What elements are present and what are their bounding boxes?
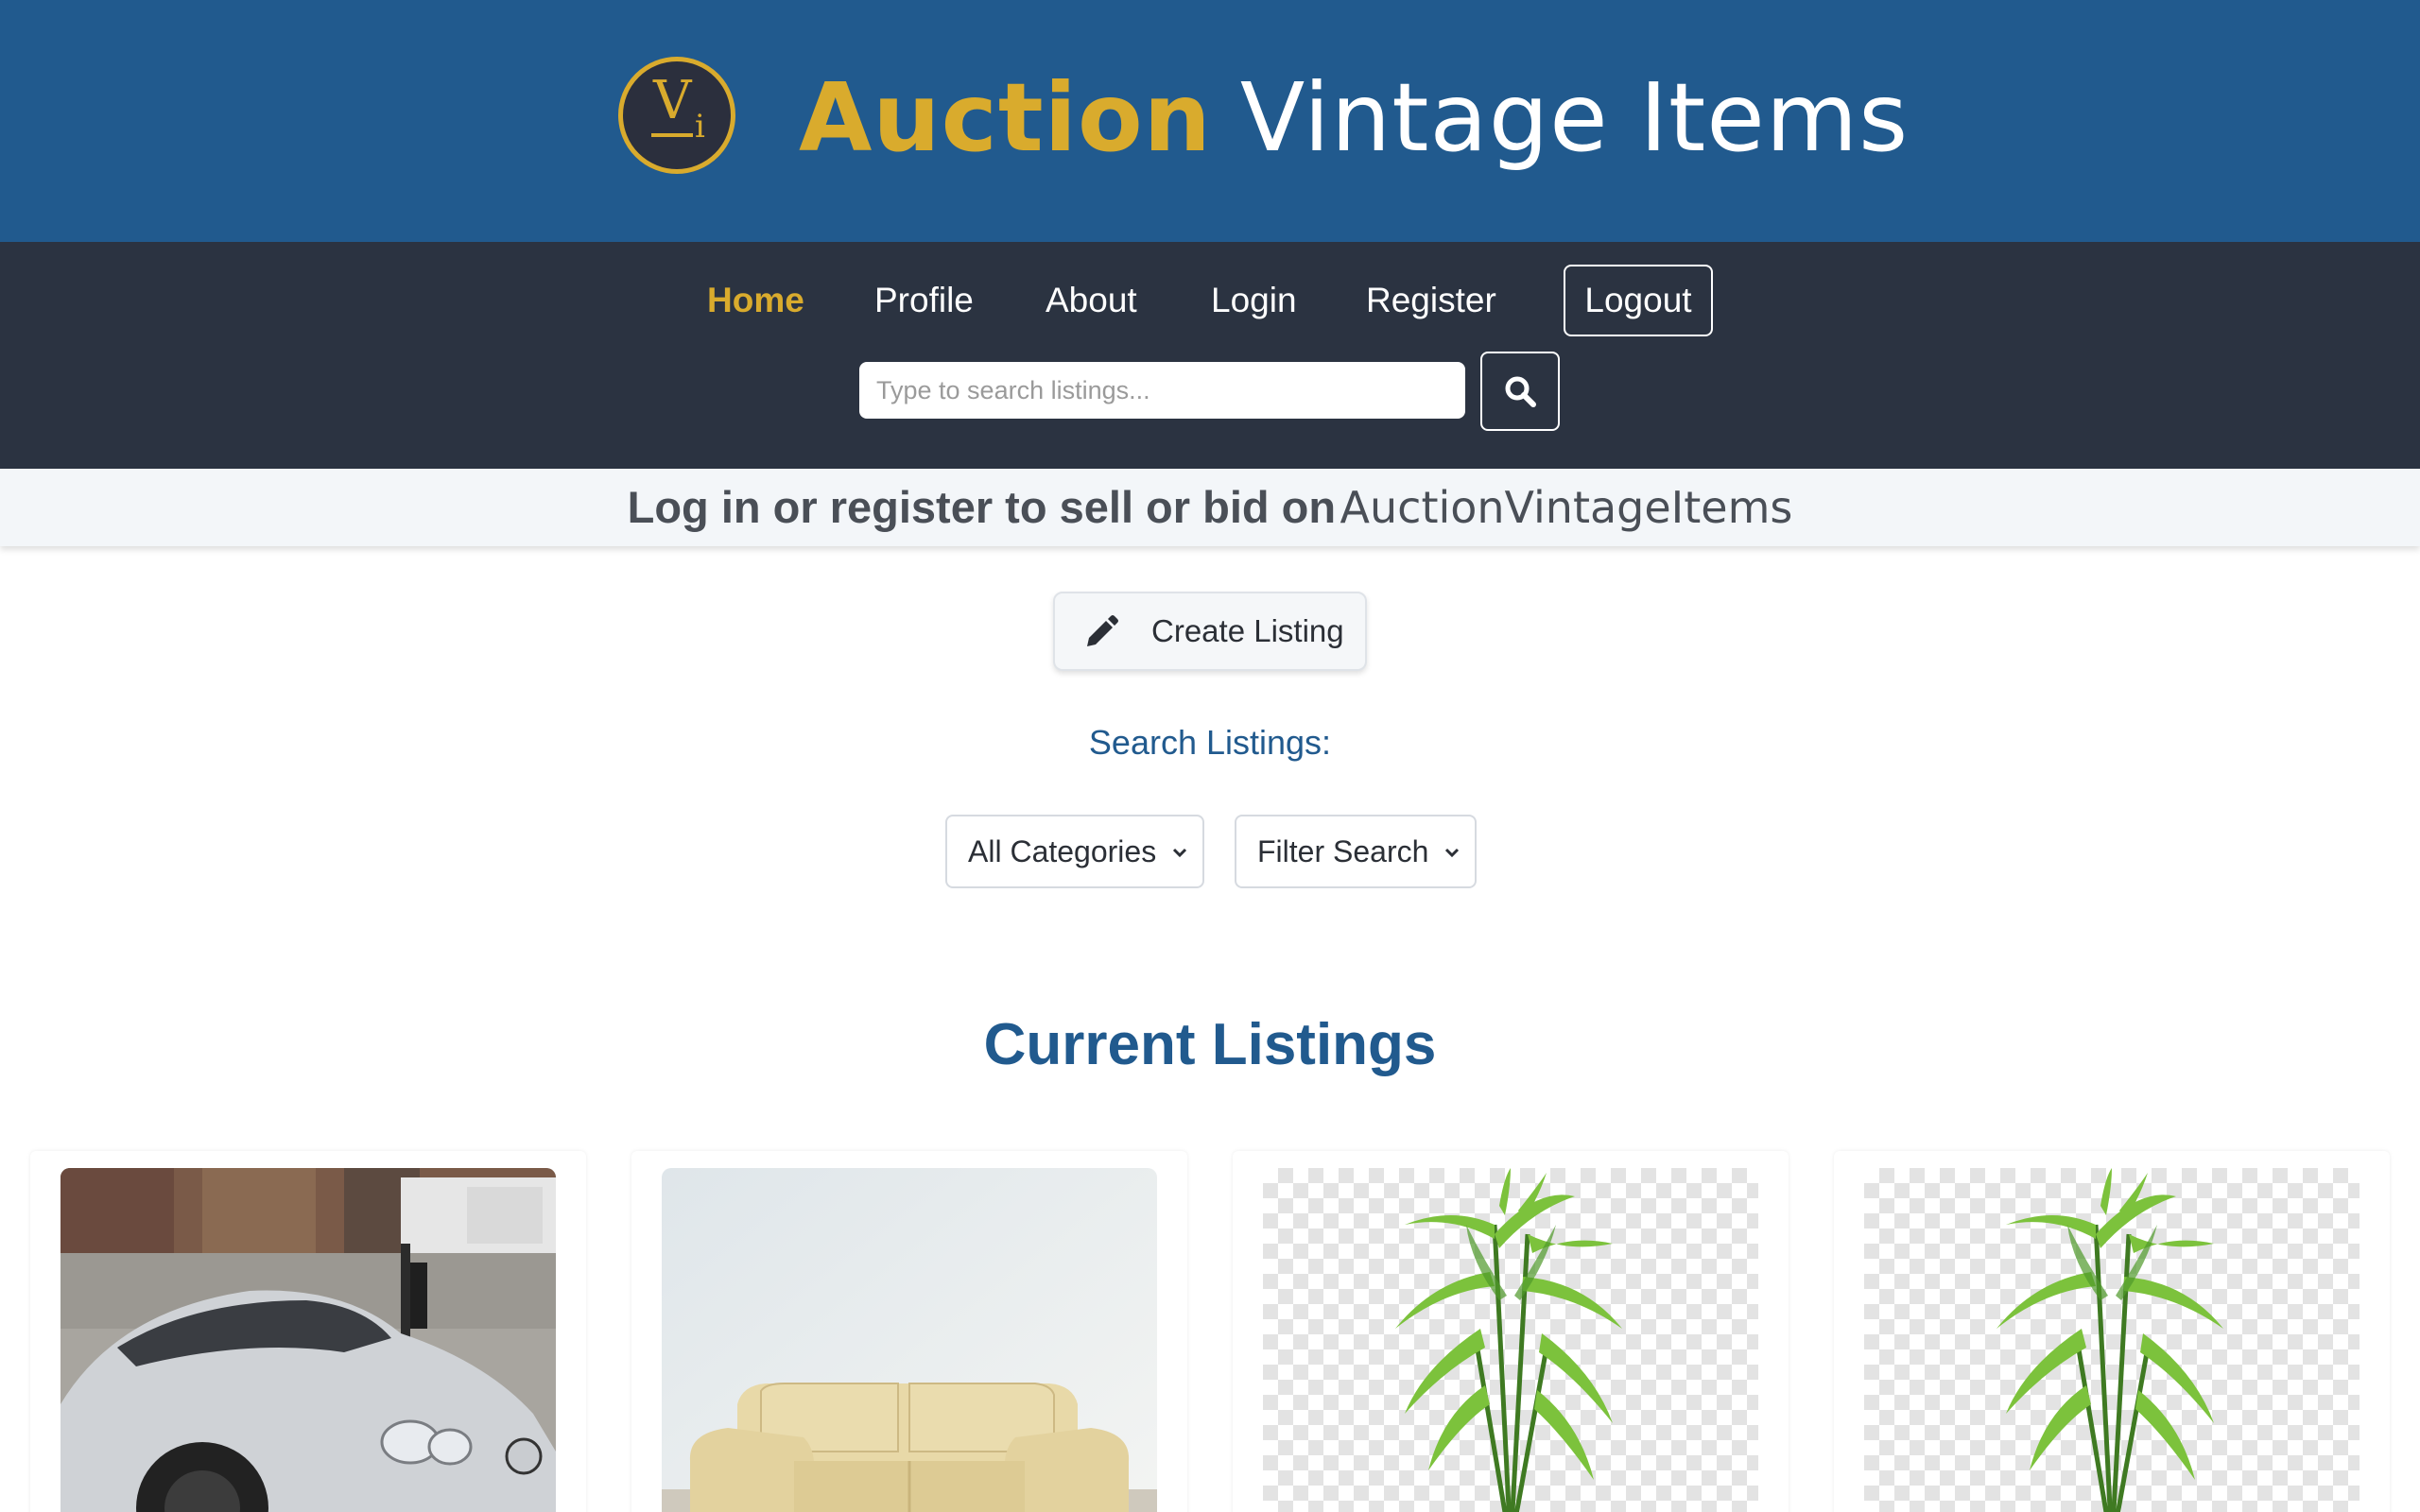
search-listings-heading: Search Listings: — [1088, 723, 1332, 762]
listing-image-sofa[interactable] — [662, 1168, 1157, 1512]
logo-letter-i: i — [695, 108, 705, 146]
sofa-photo — [662, 1168, 1157, 1512]
chevron-down-icon — [1172, 848, 1187, 858]
create-listing-button[interactable]: Create Listing — [1053, 592, 1367, 671]
listing-image-car[interactable] — [60, 1168, 556, 1512]
header-banner: V i Auction Vintage Items — [0, 0, 2420, 242]
category-select[interactable]: All Categories — [945, 815, 1204, 888]
nav-register[interactable]: Register — [1366, 274, 1496, 327]
nav-home[interactable]: Home — [707, 274, 804, 327]
logo-underline — [651, 133, 693, 137]
main-navbar — [0, 242, 2420, 469]
category-select-value: All Categories — [968, 834, 1157, 868]
search-icon — [1505, 376, 1536, 407]
listing-card[interactable] — [30, 1151, 586, 1512]
listing-card[interactable] — [1233, 1151, 1789, 1512]
logout-button[interactable]: Logout — [1564, 265, 1713, 336]
login-notice-text: Log in or register to sell or bid on — [627, 482, 1337, 532]
plant-photo — [1395, 1168, 1622, 1512]
logo-letter-v: V — [653, 70, 692, 131]
listing-image-plant[interactable] — [1864, 1168, 2360, 1512]
filter-select-value: Filter Search — [1257, 834, 1429, 868]
login-notice-brand: AuctionVintageItems — [1340, 482, 1793, 533]
search-input[interactable] — [859, 362, 1465, 419]
nav-about[interactable]: About — [1046, 274, 1137, 327]
plant-photo — [1996, 1168, 2223, 1512]
current-listings-heading: Current Listings — [983, 1012, 1437, 1077]
site-title[interactable]: Auction Vintage Items — [799, 57, 1909, 180]
listing-card[interactable] — [1834, 1151, 2390, 1512]
site-title-accent: Auction — [799, 62, 1212, 173]
car-photo — [60, 1168, 556, 1512]
site-title-rest: Vintage Items — [1239, 62, 1910, 173]
pencil-icon — [1087, 615, 1118, 646]
site-logo[interactable]: V i — [618, 57, 735, 174]
login-notice: Log in or register to sell or bid on Auc… — [0, 469, 2420, 546]
nav-login[interactable]: Login — [1211, 274, 1297, 327]
listing-image-plant[interactable] — [1263, 1168, 1758, 1512]
chevron-down-icon — [1444, 848, 1460, 858]
create-listing-label: Create Listing — [1151, 613, 1344, 648]
filter-select[interactable]: Filter Search — [1235, 815, 1477, 888]
nav-profile[interactable]: Profile — [874, 274, 974, 327]
listing-card[interactable] — [631, 1151, 1187, 1512]
search-button[interactable] — [1480, 352, 1560, 431]
